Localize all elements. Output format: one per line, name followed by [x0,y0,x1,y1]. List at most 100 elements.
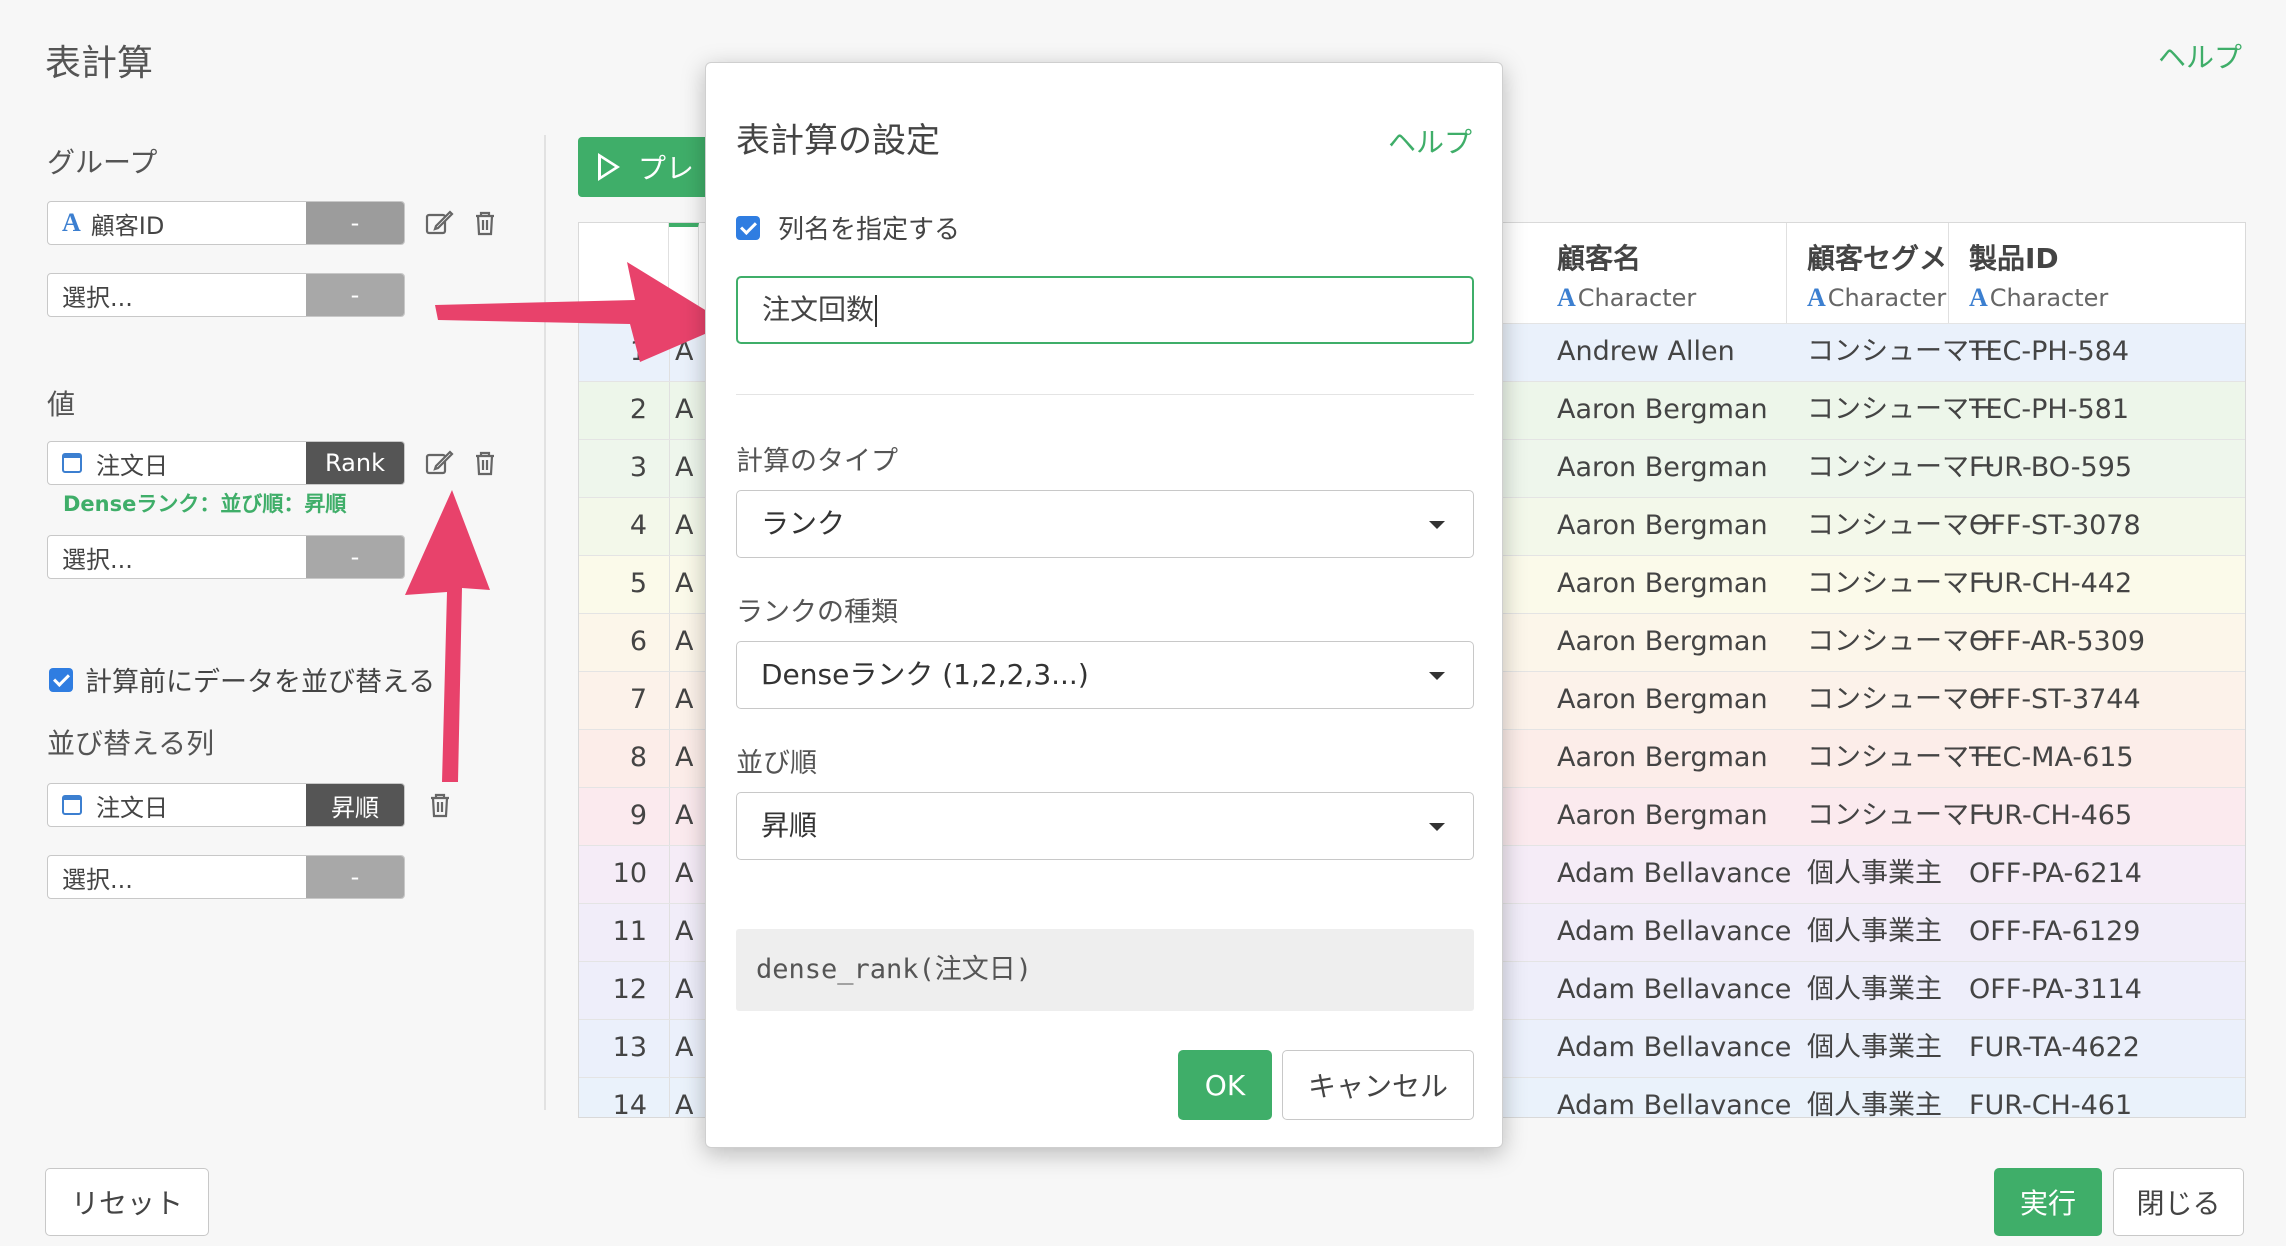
customer-name-cell[interactable]: Andrew Allen [1557,324,1735,382]
partial-column-cell[interactable]: A [675,324,693,382]
segment-cell[interactable]: コンシューマー [1807,382,1996,440]
value-field-select[interactable]: 選択... - [47,535,405,579]
partial-column-cell[interactable]: A [675,556,693,614]
row-number-cell[interactable]: 2 [579,382,647,440]
group-select-tag[interactable]: - [306,274,404,316]
segment-cell[interactable]: 個人事業主 [1807,962,1942,1020]
row-number-cell[interactable]: 4 [579,498,647,556]
partial-column-cell[interactable]: A [675,788,693,846]
product-id-cell[interactable]: OFF-FA-6129 [1969,904,2245,962]
product-id-cell[interactable]: TEC-PH-584 [1969,324,2245,382]
product-id-cell[interactable]: FUR-CH-465 [1969,788,2245,846]
rank-tag[interactable]: Rank [306,442,404,484]
edit-icon[interactable] [424,448,454,478]
row-number-cell[interactable]: 5 [579,556,647,614]
product-id-cell[interactable]: OFF-PA-6214 [1969,846,2245,904]
product-id-cell[interactable]: TEC-PH-581 [1969,382,2245,440]
segment-cell[interactable]: コンシューマー [1807,730,1996,788]
group-field-select[interactable]: 選択... - [47,273,405,317]
specify-column-name[interactable]: 列名を指定する [736,209,960,246]
calc-type-select[interactable]: ランク [736,490,1474,558]
segment-cell[interactable]: コンシューマー [1807,556,1996,614]
segment-cell[interactable]: コンシューマー [1807,788,1996,846]
sort-field-1[interactable]: 注文日 昇順 [47,783,405,827]
row-number-cell[interactable]: 8 [579,730,647,788]
column-header-partial[interactable] [669,223,699,323]
product-id-cell[interactable]: FUR-BO-595 [1969,440,2245,498]
group-field-tag[interactable]: - [306,202,404,244]
group-field-1[interactable]: A 顧客ID - [47,201,405,245]
partial-column-cell[interactable]: A [675,962,693,1020]
segment-cell[interactable]: 個人事業主 [1807,846,1942,904]
customer-name-cell[interactable]: Adam Bellavance [1557,962,1791,1020]
sort-order-select[interactable]: 昇順 [736,792,1474,860]
customer-name-cell[interactable]: Adam Bellavance [1557,904,1791,962]
customer-name-cell[interactable]: Aaron Bergman [1557,382,1768,440]
help-link[interactable]: ヘルプ [2158,36,2242,76]
row-number-cell[interactable]: 6 [579,614,647,672]
row-number-cell[interactable]: 3 [579,440,647,498]
segment-cell[interactable]: コンシューマー [1807,324,1996,382]
product-id-cell[interactable]: OFF-AR-5309 [1969,614,2245,672]
row-number-cell[interactable]: 7 [579,672,647,730]
row-number-cell[interactable]: 12 [579,962,647,1020]
row-number-cell[interactable]: 13 [579,1020,647,1078]
modal-help-link[interactable]: ヘルプ [1388,121,1472,161]
partial-column-cell[interactable]: A [675,1020,693,1078]
product-id-cell[interactable]: FUR-CH-461 [1969,1078,2245,1117]
customer-name-cell[interactable]: Aaron Bergman [1557,730,1768,788]
close-button[interactable]: 閉じる [2113,1168,2244,1236]
row-number-cell[interactable]: 14 [579,1078,647,1117]
sort-field-select[interactable]: 選択... - [47,855,405,899]
sort-checkbox[interactable] [49,667,73,692]
value-select-tag[interactable]: - [306,536,404,578]
partial-column-cell[interactable]: A [675,498,693,556]
row-number-cell[interactable]: 10 [579,846,647,904]
customer-name-cell[interactable]: Aaron Bergman [1557,440,1768,498]
sort-before-calc[interactable]: 計算前にデータを並び替える [49,660,435,699]
customer-name-cell[interactable]: Adam Bellavance [1557,846,1791,904]
value-field-1[interactable]: 注文日 Rank [47,441,405,485]
specify-name-checkbox[interactable] [736,215,760,240]
column-header-product-id[interactable]: 製品ID ACharacter [1949,223,2245,323]
row-number-cell[interactable]: 11 [579,904,647,962]
product-id-cell[interactable]: OFF-PA-3114 [1969,962,2245,1020]
customer-name-cell[interactable]: Aaron Bergman [1557,788,1768,846]
trash-icon[interactable] [425,790,455,820]
customer-name-cell[interactable]: Aaron Bergman [1557,556,1768,614]
sort-select-tag[interactable]: - [306,856,404,898]
product-id-cell[interactable]: TEC-MA-615 [1969,730,2245,788]
reset-button[interactable]: リセット [45,1168,209,1236]
partial-column-cell[interactable]: A [675,904,693,962]
segment-cell[interactable]: コンシューマー [1807,614,1996,672]
partial-column-cell[interactable]: A [675,672,693,730]
product-id-cell[interactable]: FUR-CH-442 [1969,556,2245,614]
column-header-segment[interactable]: 顧客セグメント ACharacter [1787,223,2003,323]
customer-name-cell[interactable]: Aaron Bergman [1557,498,1768,556]
customer-name-cell[interactable]: Adam Bellavance [1557,1020,1791,1078]
segment-cell[interactable]: 個人事業主 [1807,1020,1942,1078]
run-button[interactable]: 実行 [1994,1168,2102,1236]
ascending-tag[interactable]: 昇順 [306,784,404,826]
edit-icon[interactable] [424,208,454,238]
customer-name-cell[interactable]: Aaron Bergman [1557,614,1768,672]
rank-kind-select[interactable]: Denseランク (1,2,2,3...) [736,641,1474,709]
product-id-cell[interactable]: FUR-TA-4622 [1969,1020,2245,1078]
ok-button[interactable]: OK [1178,1050,1272,1120]
column-name-input[interactable]: 注文回数 [736,276,1474,344]
segment-cell[interactable]: 個人事業主 [1807,904,1942,962]
partial-column-cell[interactable]: A [675,730,693,788]
segment-cell[interactable]: 個人事業主 [1807,1078,1942,1117]
product-id-cell[interactable]: OFF-ST-3744 [1969,672,2245,730]
partial-column-cell[interactable]: A [675,1078,693,1117]
customer-name-cell[interactable]: Adam Bellavance [1557,1078,1791,1117]
trash-icon[interactable] [470,448,500,478]
column-header-customer-name[interactable]: 顧客名 ACharacter [1537,223,1787,323]
row-number-cell[interactable]: 1 [579,324,647,382]
cancel-button[interactable]: キャンセル [1282,1050,1474,1120]
segment-cell[interactable]: コンシューマー [1807,440,1996,498]
partial-column-cell[interactable]: A [675,614,693,672]
segment-cell[interactable]: コンシューマー [1807,498,1996,556]
row-number-cell[interactable]: 9 [579,788,647,846]
partial-column-cell[interactable]: A [675,846,693,904]
